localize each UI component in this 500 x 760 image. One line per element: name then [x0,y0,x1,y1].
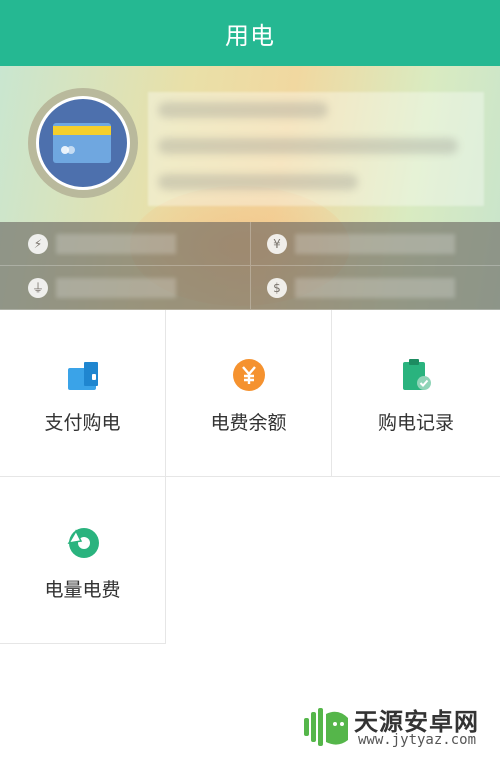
account-card: ⚡ ¥ ⏚ $ [0,66,500,310]
watermark: 天源安卓网 www.jytyaz.com [302,700,492,754]
stat-meter: ⏚ [0,266,250,310]
menu-pay-purchase[interactable]: 支付购电 [0,310,166,477]
page-title: 用电 [225,21,275,50]
android-logo-icon [304,708,348,746]
account-info-blurred [148,92,484,206]
account-stats: ⚡ ¥ ⏚ $ [0,222,500,310]
menu-label: 购电记录 [377,412,454,434]
title-bar: 用电 [0,0,500,66]
stat-balance: ¥ [250,222,500,266]
yuan-coin-icon [232,359,265,391]
menu-label: 支付购电 [44,412,121,434]
lightning-icon: ⚡ [28,234,48,254]
menu-purchase-records[interactable]: 购电记录 [332,310,500,477]
watermark-url: www.jytyaz.com [358,732,477,748]
menu-label: 电费余额 [210,412,287,434]
menu-balance[interactable]: 电费余额 [166,310,332,477]
stat-value-blurred [56,234,176,254]
stat-value-blurred [295,234,455,254]
menu-usage-fees[interactable]: 电量电费 [0,477,166,644]
stat-fee: $ [250,266,500,310]
pie-chart-icon [67,528,99,558]
stat-power: ⚡ [0,222,250,266]
plug-icon: ⏚ [28,278,48,298]
stat-value-blurred [56,278,176,298]
stat-value-blurred [295,278,455,298]
card-icon [53,123,111,163]
avatar[interactable] [28,88,138,198]
money-bag-icon: $ [267,278,287,298]
yuan-icon: ¥ [267,234,287,254]
clipboard-check-icon [403,359,431,390]
avatar-circle [36,96,130,190]
menu-label: 电量电费 [44,579,121,601]
wallet-icon [67,362,98,390]
